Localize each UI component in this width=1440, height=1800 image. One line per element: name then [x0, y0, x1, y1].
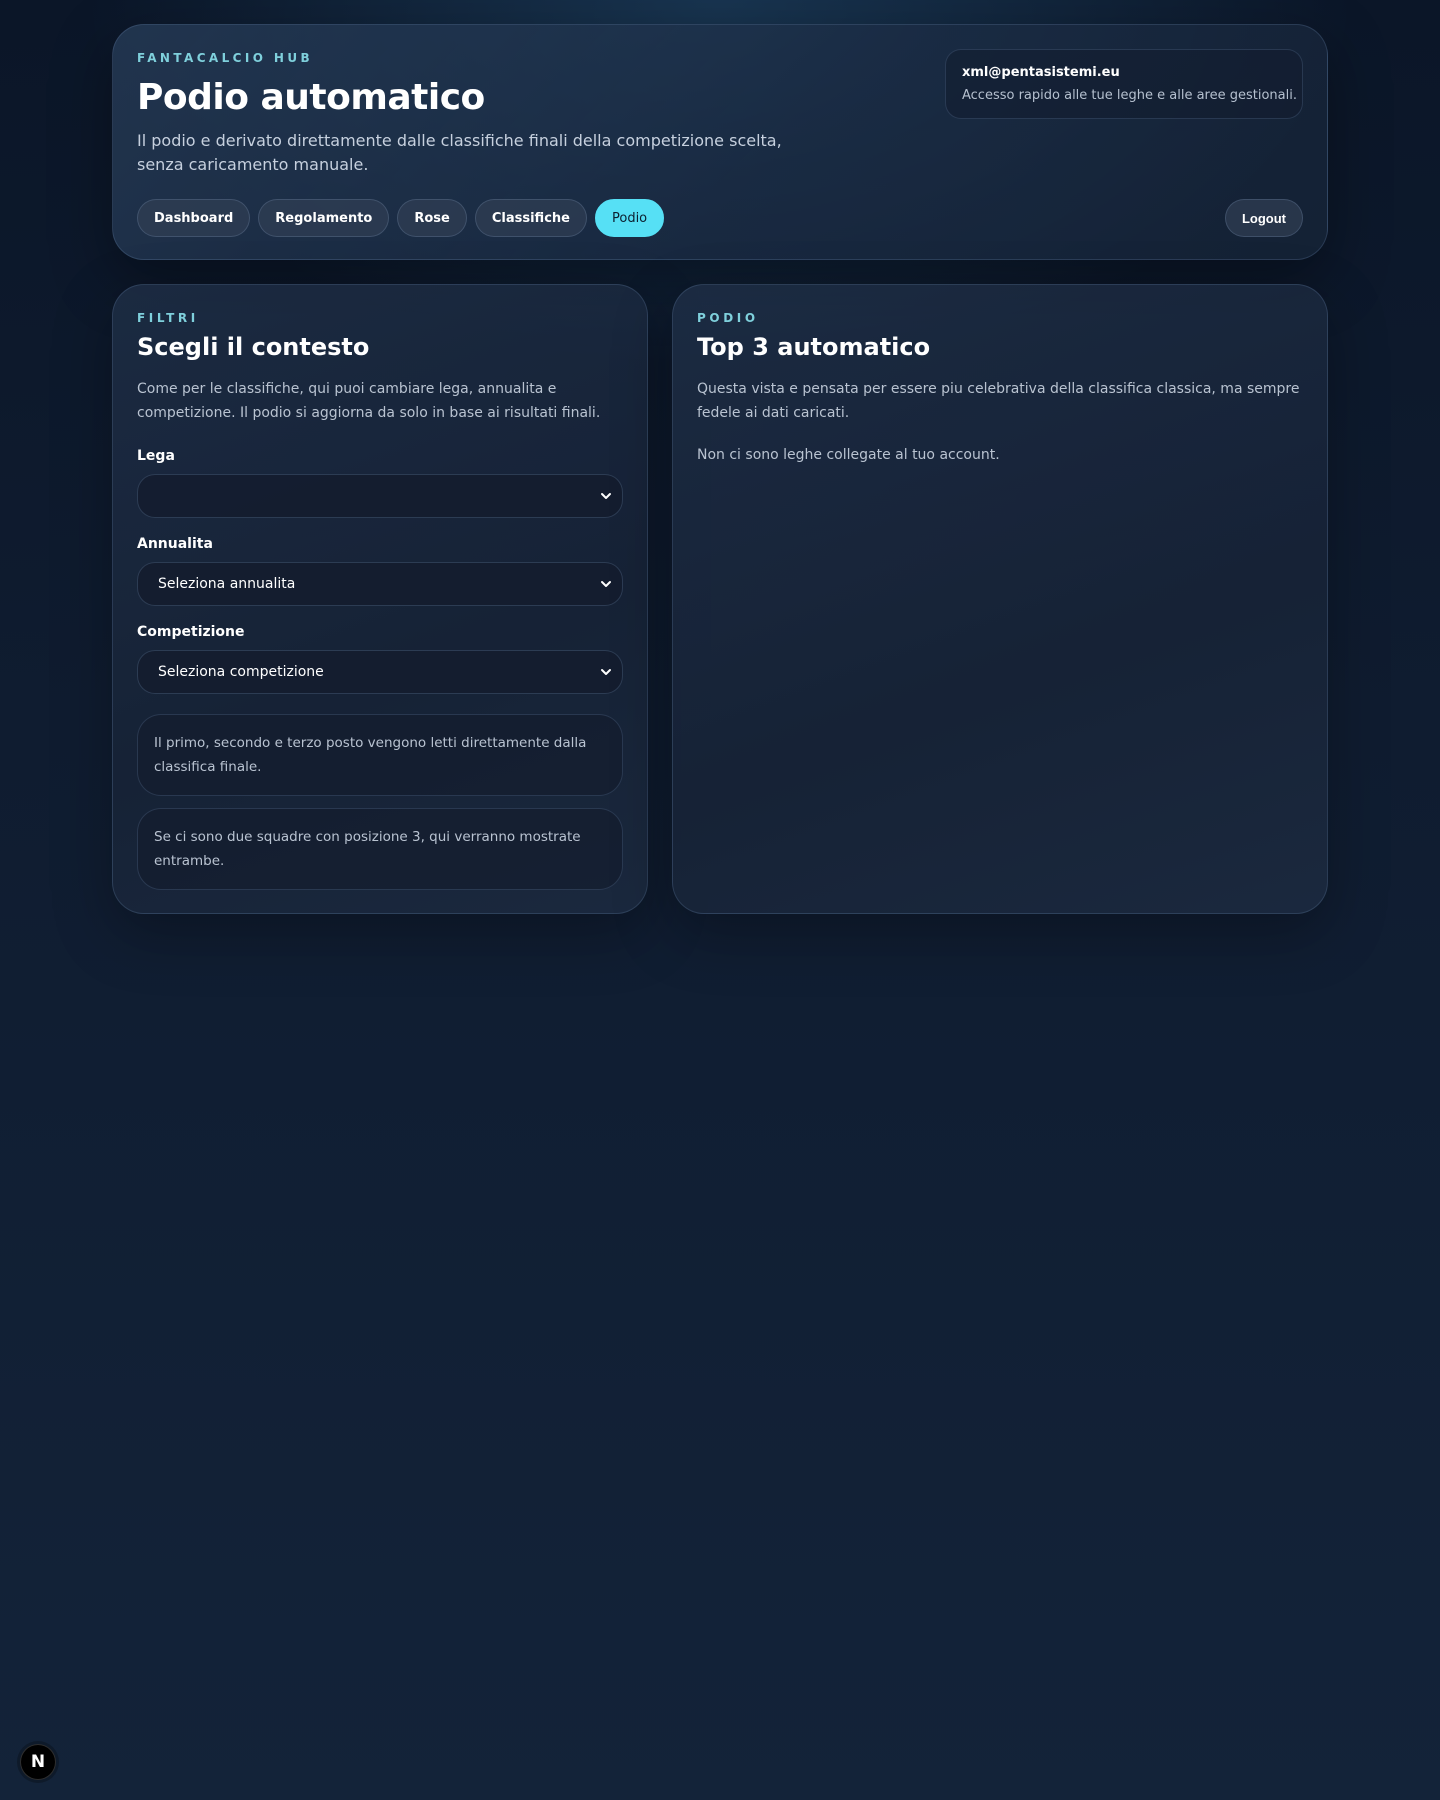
empty-state-message: Non ci sono leghe collegate al tuo accou… [697, 447, 1000, 463]
annualita-label: Annualita [137, 536, 213, 552]
nav-regolamento[interactable]: Regolamento [258, 199, 390, 237]
annualita-select-value: Seleziona annualita [158, 576, 296, 592]
app-eyebrow: FANTACALCIO HUB [137, 51, 314, 65]
header-card: FANTACALCIO HUB Podio automatico Il podi… [112, 24, 1328, 260]
account-description: Accesso rapido alle tue leghe e alle are… [962, 88, 1297, 103]
chevron-down-icon [601, 581, 611, 587]
chevron-down-icon [601, 493, 611, 499]
competizione-select[interactable]: Seleziona competizione [137, 650, 623, 694]
lega-select[interactable] [137, 474, 623, 518]
filters-intro: Come per le classifiche, qui puoi cambia… [137, 381, 601, 421]
account-email: xml@pentasistemi.eu [962, 65, 1120, 80]
page-title: Podio automatico [137, 77, 485, 118]
dev-tools-badge[interactable]: N [20, 1744, 56, 1780]
page-subtitle: Il podio e derivato direttamente dalle c… [137, 131, 782, 174]
podio-panel: PODIO Top 3 automatico Questa vista e pe… [672, 284, 1328, 914]
main-nav: Dashboard Regolamento Rose Classifiche P… [137, 199, 665, 237]
competizione-label: Competizione [137, 624, 245, 640]
filters-title: Scegli il contesto [137, 333, 370, 361]
nav-rose[interactable]: Rose [397, 199, 467, 237]
filters-eyebrow: FILTRI [137, 311, 199, 325]
lega-label: Lega [137, 448, 175, 464]
chevron-down-icon [601, 669, 611, 675]
logout-button[interactable]: Logout [1224, 199, 1303, 237]
info-note-podio: Il primo, secondo e terzo posto vengono … [137, 714, 623, 796]
podio-intro: Questa vista e pensata per essere piu ce… [697, 381, 1300, 421]
account-box: xml@pentasistemi.eu Accesso rapido alle … [945, 49, 1303, 119]
nav-classifiche[interactable]: Classifiche [474, 199, 587, 237]
annualita-select[interactable]: Seleziona annualita [137, 562, 623, 606]
filters-panel: FILTRI Scegli il contesto Come per le cl… [112, 284, 648, 914]
podio-eyebrow: PODIO [697, 311, 759, 325]
nav-dashboard[interactable]: Dashboard [137, 199, 251, 237]
competizione-select-value: Seleziona competizione [158, 664, 324, 680]
info-note-parimerito: Se ci sono due squadre con posizione 3, … [137, 808, 623, 890]
podio-title: Top 3 automatico [697, 333, 931, 361]
nav-podio[interactable]: Podio [594, 199, 665, 237]
